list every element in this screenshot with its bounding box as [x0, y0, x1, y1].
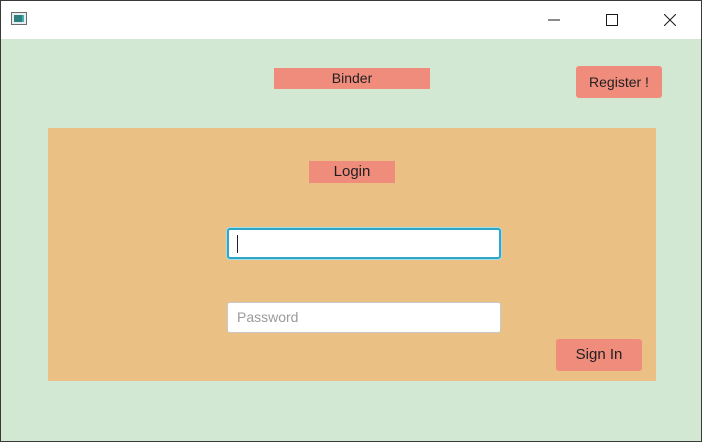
maximize-button[interactable] — [589, 1, 635, 39]
minimize-icon — [548, 19, 560, 21]
app-window: Binder Register ! Login Password Sign In — [0, 0, 702, 442]
login-panel: Login Password Sign In — [48, 128, 656, 381]
password-input[interactable]: Password — [227, 302, 501, 333]
username-input[interactable] — [227, 228, 501, 259]
register-button[interactable]: Register ! — [576, 66, 662, 98]
close-button[interactable] — [647, 1, 693, 39]
close-icon — [664, 14, 676, 26]
title-bar[interactable] — [1, 1, 701, 39]
window-app-icon — [11, 12, 27, 25]
text-caret — [237, 235, 238, 253]
password-placeholder: Password — [237, 309, 299, 325]
minimize-button[interactable] — [531, 1, 577, 39]
maximize-icon — [606, 14, 618, 26]
login-title: Login — [309, 161, 395, 183]
brand-label: Binder — [274, 68, 430, 89]
sign-in-button[interactable]: Sign In — [556, 339, 642, 371]
